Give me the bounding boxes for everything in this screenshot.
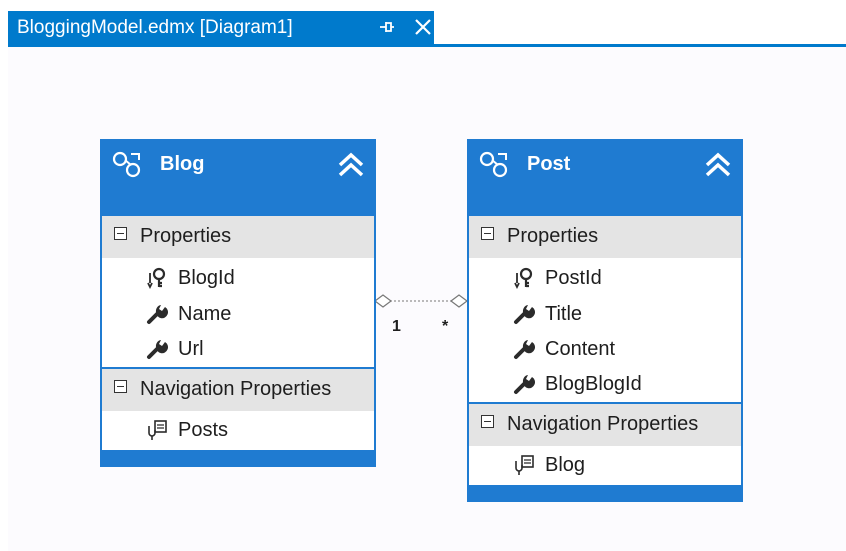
property-row[interactable]: PostId [469, 261, 741, 296]
wrench-icon [147, 340, 168, 359]
properties-section-header[interactable]: Properties [102, 214, 374, 258]
entity-header[interactable]: Blog [102, 141, 374, 214]
navigation-properties-section-header[interactable]: Navigation Properties [469, 402, 741, 446]
navigation-property-row[interactable]: Blog [469, 448, 741, 483]
property-name: Title [545, 303, 583, 325]
entity-footer [102, 450, 374, 465]
property-name: Url [178, 338, 204, 360]
navigation-property-name: Blog [545, 454, 586, 476]
property-row[interactable]: BlogId [102, 261, 374, 296]
collapse-toggle-icon[interactable] [481, 227, 494, 240]
properties-section-header[interactable]: Properties [469, 214, 741, 258]
section-label: Navigation Properties [507, 413, 699, 435]
property-name: Content [545, 338, 616, 360]
document-tab[interactable]: BloggingModel.edmx [Diagram1] [8, 11, 434, 44]
close-icon[interactable] [412, 15, 434, 39]
collapse-toggle-icon[interactable] [114, 380, 127, 393]
property-name: PostId [545, 267, 602, 289]
entity-blog[interactable]: Blog Properties BlogId Name Url Navigati… [100, 139, 376, 467]
pin-icon[interactable] [377, 17, 397, 37]
entity-icon [112, 151, 141, 178]
diagram-canvas[interactable]: 1 * Blog Properties BlogId Name Url Navi… [8, 47, 846, 551]
navigation-property-row[interactable]: Posts [102, 413, 374, 448]
property-row[interactable]: Url [102, 332, 374, 367]
entity-name: Blog [160, 153, 205, 175]
navigation-property-icon [515, 455, 534, 475]
property-row[interactable]: Content [469, 332, 741, 367]
document-tab-bar: BloggingModel.edmx [Diagram1] [0, 0, 846, 47]
property-name: BlogId [178, 267, 235, 289]
wrench-icon [147, 305, 168, 324]
association-multiplicity-one: 1 [392, 318, 401, 335]
wrench-icon [514, 375, 535, 394]
entity-name: Post [527, 153, 571, 175]
association-multiplicity-many: * [442, 318, 449, 335]
wrench-icon [514, 340, 535, 359]
collapse-toggle-icon[interactable] [114, 227, 127, 240]
navigation-properties-section-header[interactable]: Navigation Properties [102, 367, 374, 411]
property-name: BlogBlogId [545, 373, 642, 395]
key-icon [147, 267, 166, 289]
property-name: Name [178, 303, 232, 325]
wrench-icon [514, 305, 535, 324]
double-chevron-up-icon[interactable] [336, 151, 366, 179]
double-chevron-up-icon[interactable] [703, 151, 733, 179]
navigation-property-icon [148, 420, 167, 440]
entity-icon [479, 151, 508, 178]
section-label: Properties [140, 225, 232, 247]
entity-header[interactable]: Post [469, 141, 741, 214]
collapse-toggle-icon[interactable] [481, 415, 494, 428]
tab-title: BloggingModel.edmx [Diagram1] [17, 16, 293, 38]
property-row[interactable]: Title [469, 297, 741, 332]
property-row[interactable]: Name [102, 297, 374, 332]
section-label: Properties [507, 225, 599, 247]
entity-post[interactable]: Post Properties PostId Title Content Blo… [467, 139, 743, 502]
entity-footer [469, 485, 741, 500]
section-label: Navigation Properties [140, 378, 332, 400]
navigation-property-name: Posts [178, 419, 229, 441]
key-icon [514, 267, 533, 289]
property-row[interactable]: BlogBlogId [469, 367, 741, 402]
